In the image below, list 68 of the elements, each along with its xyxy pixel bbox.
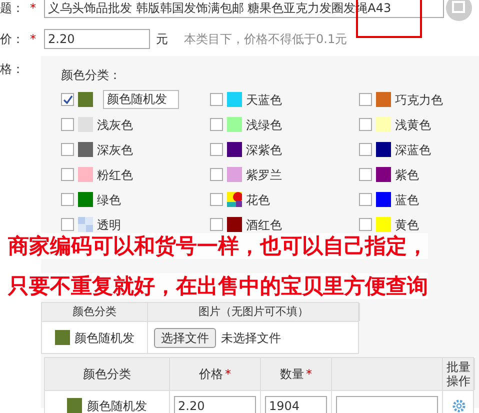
choose-file-button[interactable]: 选择文件 xyxy=(154,328,216,348)
currency-unit: 元 xyxy=(156,31,168,48)
color-label: 花色 xyxy=(246,192,270,208)
checkbox[interactable] xyxy=(359,143,372,156)
checkbox[interactable] xyxy=(210,168,223,181)
file-status: 未选择文件 xyxy=(221,330,281,346)
color-label: 深灰色 xyxy=(97,142,133,158)
section-heading: 颜色分类： xyxy=(61,67,122,84)
color-name: 颜色随机发 xyxy=(74,330,134,346)
color-label: 紫色 xyxy=(395,166,419,184)
checkbox[interactable] xyxy=(359,193,372,206)
column-header: 价格 xyxy=(199,367,223,381)
checkbox[interactable] xyxy=(61,93,74,106)
color-label: 绿色 xyxy=(97,192,121,208)
annotation-text: 商家编码可以和货号一样，也可以自己指定， xyxy=(8,233,428,259)
checkbox[interactable] xyxy=(61,143,74,156)
merchant-code-field[interactable] xyxy=(336,396,438,413)
price-field[interactable]: 2.20 xyxy=(44,29,150,49)
color-label: 浅绿色 xyxy=(246,116,282,134)
checkbox[interactable] xyxy=(359,218,372,231)
color-label: 深紫色 xyxy=(246,142,282,158)
color-label: 紫罗兰 xyxy=(246,166,282,184)
checkbox[interactable] xyxy=(61,118,74,131)
required-mark: * xyxy=(30,31,37,48)
color-label: 浅黄色 xyxy=(395,116,431,134)
required-mark: * xyxy=(306,366,312,383)
color-label: 粉红色 xyxy=(97,166,133,184)
color-label: 深蓝色 xyxy=(395,142,431,158)
checkbox[interactable] xyxy=(359,118,372,131)
field-label: 价： xyxy=(0,31,25,48)
color-label: 透明 xyxy=(97,216,121,234)
checkbox[interactable] xyxy=(61,218,74,231)
color-label: 天蓝色 xyxy=(246,92,282,108)
color-name-field[interactable]: 颜色随机发 xyxy=(103,90,179,109)
annotation-text: 只要不重复就好，在出售中的宝贝里方便查询 xyxy=(8,273,428,299)
highlight-frame xyxy=(356,0,422,38)
field-label: 格： xyxy=(0,61,25,78)
field-label: 题： xyxy=(0,0,25,17)
color-label: 酒红色 xyxy=(246,216,282,234)
color-label: 蓝色 xyxy=(395,192,419,208)
column-header: 颜色分类 xyxy=(83,367,131,381)
checkbox[interactable] xyxy=(359,93,372,106)
search-icon[interactable] xyxy=(446,0,472,21)
column-header: 批量操作 xyxy=(446,360,472,388)
check-icon xyxy=(62,94,72,104)
required-mark: * xyxy=(30,0,37,17)
required-mark: * xyxy=(225,366,231,383)
color-label: 巧克力色 xyxy=(395,92,443,108)
color-label: 黄色 xyxy=(395,216,419,234)
color-name: 颜色随机发 xyxy=(87,398,147,413)
column-header: 图片（无图片可不填） xyxy=(148,303,360,321)
checkbox[interactable] xyxy=(210,118,223,131)
checkbox[interactable] xyxy=(210,218,223,231)
price-hint: 本类目下，价格不得低于0.1元 xyxy=(184,31,348,48)
multicolor-swatch-icon xyxy=(227,192,242,207)
color-label: 浅灰色 xyxy=(97,116,133,134)
transparent-swatch-icon xyxy=(78,217,93,232)
checkbox[interactable] xyxy=(210,193,223,206)
checkbox[interactable] xyxy=(359,168,372,181)
checkbox[interactable] xyxy=(210,143,223,156)
price-field[interactable]: 2.20 xyxy=(174,396,256,413)
column-header: 数量 xyxy=(280,367,304,381)
checkbox[interactable] xyxy=(61,193,74,206)
gear-icon[interactable] xyxy=(452,398,466,412)
quantity-field[interactable]: 1904 xyxy=(265,396,327,413)
checkbox[interactable] xyxy=(210,93,223,106)
column-header: 颜色分类 xyxy=(42,303,148,321)
checkbox[interactable] xyxy=(61,168,74,181)
